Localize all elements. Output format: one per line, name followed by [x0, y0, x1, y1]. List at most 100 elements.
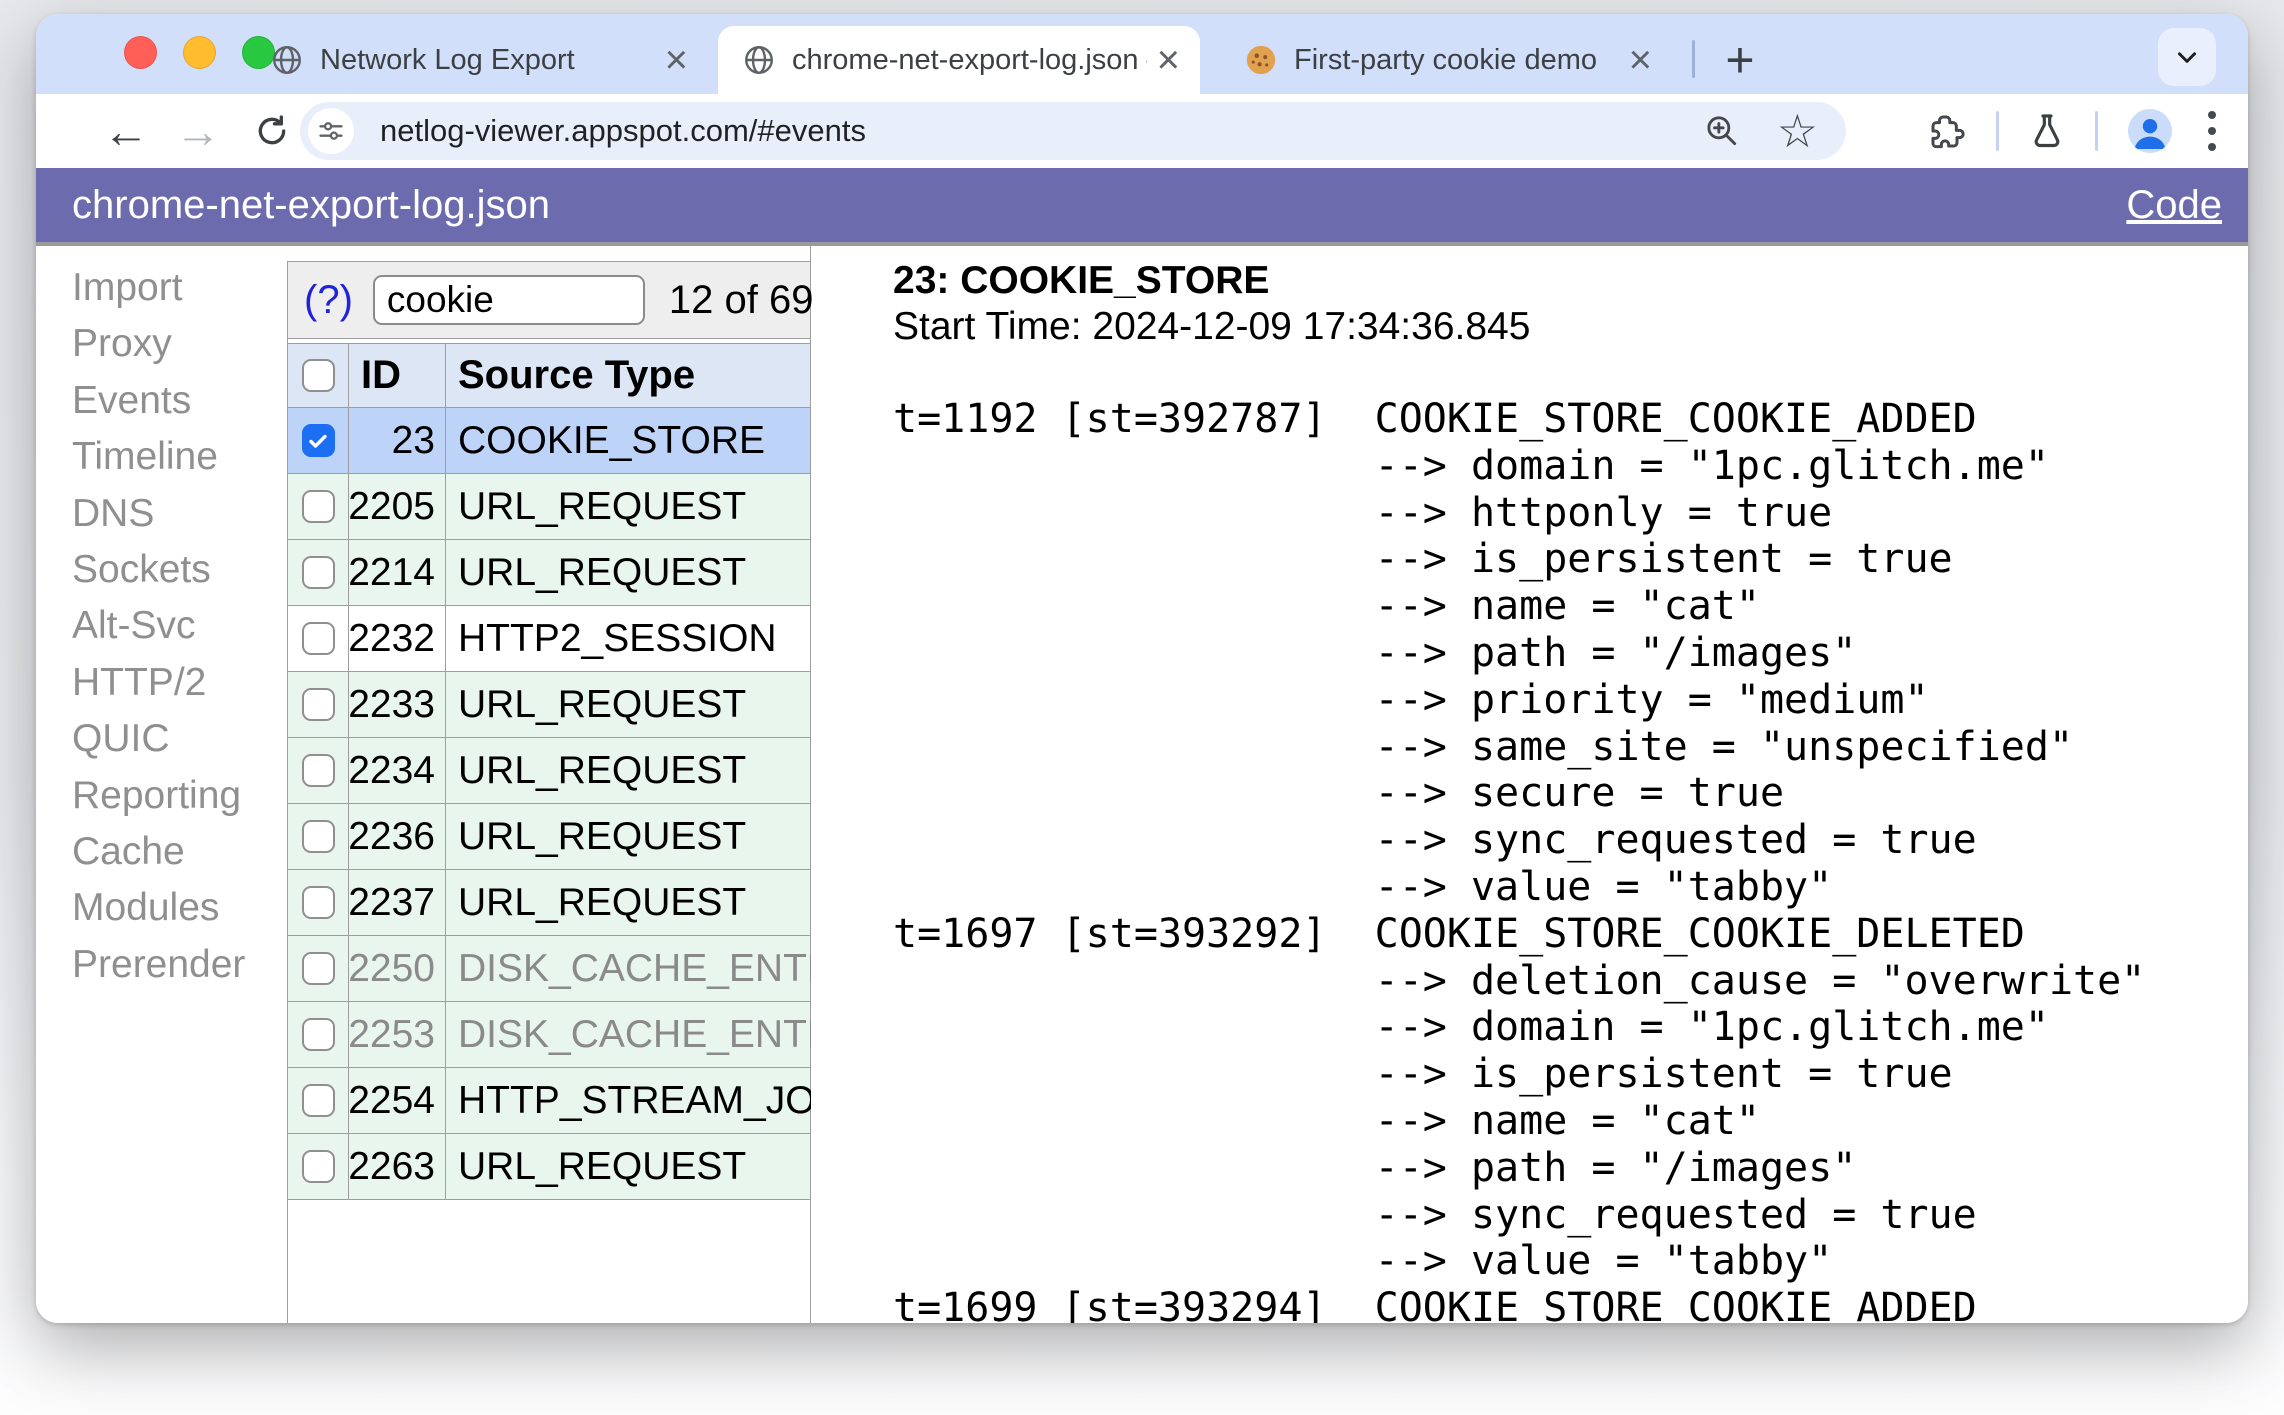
row-checkbox[interactable]: [288, 1068, 349, 1133]
sidebar-item-dns[interactable]: DNS: [36, 486, 286, 542]
close-icon[interactable]: ×: [1157, 40, 1180, 80]
row-source-type: URL_REQUEST: [458, 880, 747, 924]
table-row[interactable]: 2263 URL_REQUEST: [288, 1134, 810, 1200]
extensions-icon[interactable]: [1928, 111, 1968, 151]
tab-network-log-export[interactable]: Network Log Export ×: [246, 26, 708, 94]
sidebar-item-quic[interactable]: QUIC: [36, 711, 286, 767]
row-source-type: DISK_CACHE_ENTRY: [458, 946, 811, 990]
back-button[interactable]: ←: [98, 94, 154, 168]
row-checkbox[interactable]: [288, 738, 349, 803]
row-source-type: URL_REQUEST: [458, 748, 747, 792]
row-source-type: DISK_CACHE_ENTRY: [458, 1012, 811, 1056]
row-source-type: COOKIE_STORE: [458, 418, 766, 462]
tab-search-button[interactable]: [2158, 28, 2216, 86]
code-link[interactable]: Code: [2126, 183, 2222, 228]
row-id: 2234: [349, 738, 446, 803]
row-checkbox[interactable]: [288, 606, 349, 671]
sidebar-item-alt-svc[interactable]: Alt-Svc: [36, 598, 286, 654]
site-settings-button[interactable]: [308, 108, 354, 154]
toolbar-separator: [1996, 111, 1999, 151]
sidebar-item-reporting[interactable]: Reporting: [36, 768, 286, 824]
table-row[interactable]: 2214 URL_REQUEST: [288, 540, 810, 606]
table-row[interactable]: 2205 URL_REQUEST: [288, 474, 810, 540]
row-id: 2233: [349, 672, 446, 737]
sidebar-item-timeline[interactable]: Timeline: [36, 429, 286, 485]
column-header-source-type[interactable]: Source Type: [446, 344, 811, 407]
address-bar[interactable]: netlog-viewer.appspot.com/#events ☆: [300, 102, 1846, 160]
bookmark-star-icon[interactable]: ☆: [1777, 108, 1818, 154]
filter-bar: (?) 12 of 69: [288, 261, 813, 339]
zoom-icon[interactable]: [1703, 112, 1741, 150]
sidebar-item-sockets[interactable]: Sockets: [36, 542, 286, 598]
row-checkbox[interactable]: [288, 936, 349, 1001]
row-source-type: HTTP2_SESSION: [458, 616, 777, 660]
table-row[interactable]: 2250 DISK_CACHE_ENTRY: [288, 936, 811, 1002]
sidebar-item-http2[interactable]: HTTP/2: [36, 655, 286, 711]
row-source-type: URL_REQUEST: [458, 484, 747, 528]
events-table-header: ID Source Type: [288, 344, 810, 408]
row-source-type: URL_REQUEST: [458, 682, 747, 726]
column-header-id[interactable]: ID: [349, 344, 446, 407]
table-row[interactable]: 23 COOKIE_STORE: [288, 408, 810, 474]
sidebar-item-modules[interactable]: Modules: [36, 880, 286, 936]
filter-input[interactable]: [372, 275, 645, 325]
minimize-window-button[interactable]: [183, 36, 216, 69]
chevron-down-icon: [2178, 52, 2196, 63]
reload-button[interactable]: [244, 94, 300, 168]
row-id: 2254: [349, 1068, 446, 1133]
toolbar-actions: [1928, 94, 2222, 168]
row-checkbox[interactable]: [288, 408, 349, 473]
tab-title: Network Log Export: [320, 43, 575, 76]
table-row[interactable]: 2234 URL_REQUEST: [288, 738, 810, 804]
loaded-file-name: chrome-net-export-log.json: [72, 182, 550, 227]
row-checkbox[interactable]: [288, 672, 349, 737]
close-icon[interactable]: ×: [665, 40, 688, 80]
events-table: ID Source Type 23 COOKIE_STORE 2205 URL_REQ…: [288, 343, 811, 1200]
labs-flask-icon[interactable]: [2027, 111, 2067, 151]
sidebar-item-import[interactable]: Import: [36, 260, 286, 316]
new-tab-button[interactable]: +: [1708, 26, 1772, 94]
tune-icon: [319, 122, 343, 140]
close-window-button[interactable]: [124, 36, 157, 69]
tab-strip: Network Log Export × chrome-net-export-l…: [36, 14, 2248, 94]
row-source-type: URL_REQUEST: [458, 814, 747, 858]
row-id: 2205: [349, 474, 446, 539]
row-checkbox[interactable]: [288, 540, 349, 605]
row-checkbox[interactable]: [288, 804, 349, 869]
sidebar-item-cache[interactable]: Cache: [36, 824, 286, 880]
tab-title: chrome-net-export-log.json –: [792, 43, 1147, 76]
event-start-time: Start Time: 2024-12-09 17:34:36.845: [893, 305, 1531, 348]
table-row[interactable]: 2254 HTTP_STREAM_JOB: [288, 1068, 811, 1134]
browser-menu-button[interactable]: [2202, 111, 2222, 151]
tab-first-party-cookie-demo[interactable]: First-party cookie demo ×: [1220, 26, 1672, 94]
table-row[interactable]: 2253 DISK_CACHE_ENTRY: [288, 1002, 811, 1068]
event-details-panel: 23: COOKIE_STORE Start Time: 2024-12-09 …: [811, 246, 2248, 1323]
tab-strip-divider: [1692, 40, 1695, 78]
check-icon: [309, 434, 327, 448]
sidebar-item-proxy[interactable]: Proxy: [36, 316, 286, 372]
row-checkbox[interactable]: [288, 1002, 349, 1067]
row-id: 2236: [349, 804, 446, 869]
select-all-checkbox[interactable]: [288, 344, 349, 407]
tab-chrome-net-export-log[interactable]: chrome-net-export-log.json – ×: [718, 26, 1200, 94]
row-checkbox[interactable]: [288, 870, 349, 935]
filter-help-link[interactable]: (?): [304, 278, 353, 323]
table-row[interactable]: 2233 URL_REQUEST: [288, 672, 810, 738]
row-source-type: URL_REQUEST: [458, 550, 747, 594]
table-row[interactable]: 2237 URL_REQUEST: [288, 870, 810, 936]
forward-button[interactable]: →: [170, 94, 226, 168]
row-source-type: URL_REQUEST: [458, 1144, 747, 1188]
row-id: 2237: [349, 870, 446, 935]
event-log-text: t=1192 [st=392787] COOKIE_STORE_COOKIE_A…: [893, 396, 2146, 1323]
row-checkbox[interactable]: [288, 1134, 349, 1199]
row-checkbox[interactable]: [288, 474, 349, 539]
row-id: 2250: [349, 936, 446, 1001]
sidebar-item-prerender[interactable]: Prerender: [36, 937, 286, 993]
row-source-type: HTTP_STREAM_JOB: [458, 1078, 811, 1122]
table-row[interactable]: 2232 HTTP2_SESSION: [288, 606, 810, 672]
profile-avatar[interactable]: [2126, 107, 2174, 155]
sidebar-item-events[interactable]: Events: [36, 373, 286, 429]
table-row[interactable]: 2236 URL_REQUEST: [288, 804, 810, 870]
close-icon[interactable]: ×: [1629, 40, 1652, 80]
row-id: 2253: [349, 1002, 446, 1067]
